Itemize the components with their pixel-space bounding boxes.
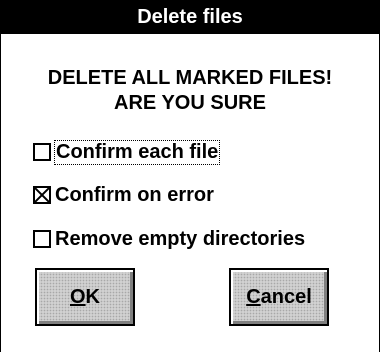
confirm-each-file-option[interactable]: Confirm each file <box>33 139 221 165</box>
ok-button[interactable]: OK <box>35 268 135 326</box>
remove-empty-directories-option[interactable]: Remove empty directories <box>33 226 305 252</box>
cancel-button[interactable]: Cancel <box>229 268 329 326</box>
confirm-each-file-label[interactable]: Confirm each file <box>53 139 221 165</box>
dialog-title: Delete files <box>1 0 379 34</box>
ok-mnemonic: O <box>69 285 86 308</box>
remove-empty-directories-checkbox[interactable] <box>33 230 51 248</box>
message-line-1: DELETE ALL MARKED FILES! <box>47 67 333 89</box>
cancel-mnemonic: C <box>246 285 261 308</box>
confirm-each-file-checkbox[interactable] <box>33 143 51 161</box>
ok-label-rest: K <box>85 285 100 308</box>
confirmation-message: DELETE ALL MARKED FILES! ARE YOU SURE <box>1 66 379 116</box>
confirm-on-error-checkbox[interactable] <box>33 186 51 204</box>
remove-empty-directories-label[interactable]: Remove empty directories <box>55 228 305 251</box>
confirm-on-error-option[interactable]: Confirm on error <box>33 182 214 208</box>
confirm-on-error-label[interactable]: Confirm on error <box>55 184 214 207</box>
message-line-2: ARE YOU SURE <box>114 92 266 114</box>
cancel-label-rest: ancel <box>260 285 312 308</box>
delete-files-dialog: Delete files DELETE ALL MARKED FILES! AR… <box>0 0 380 352</box>
